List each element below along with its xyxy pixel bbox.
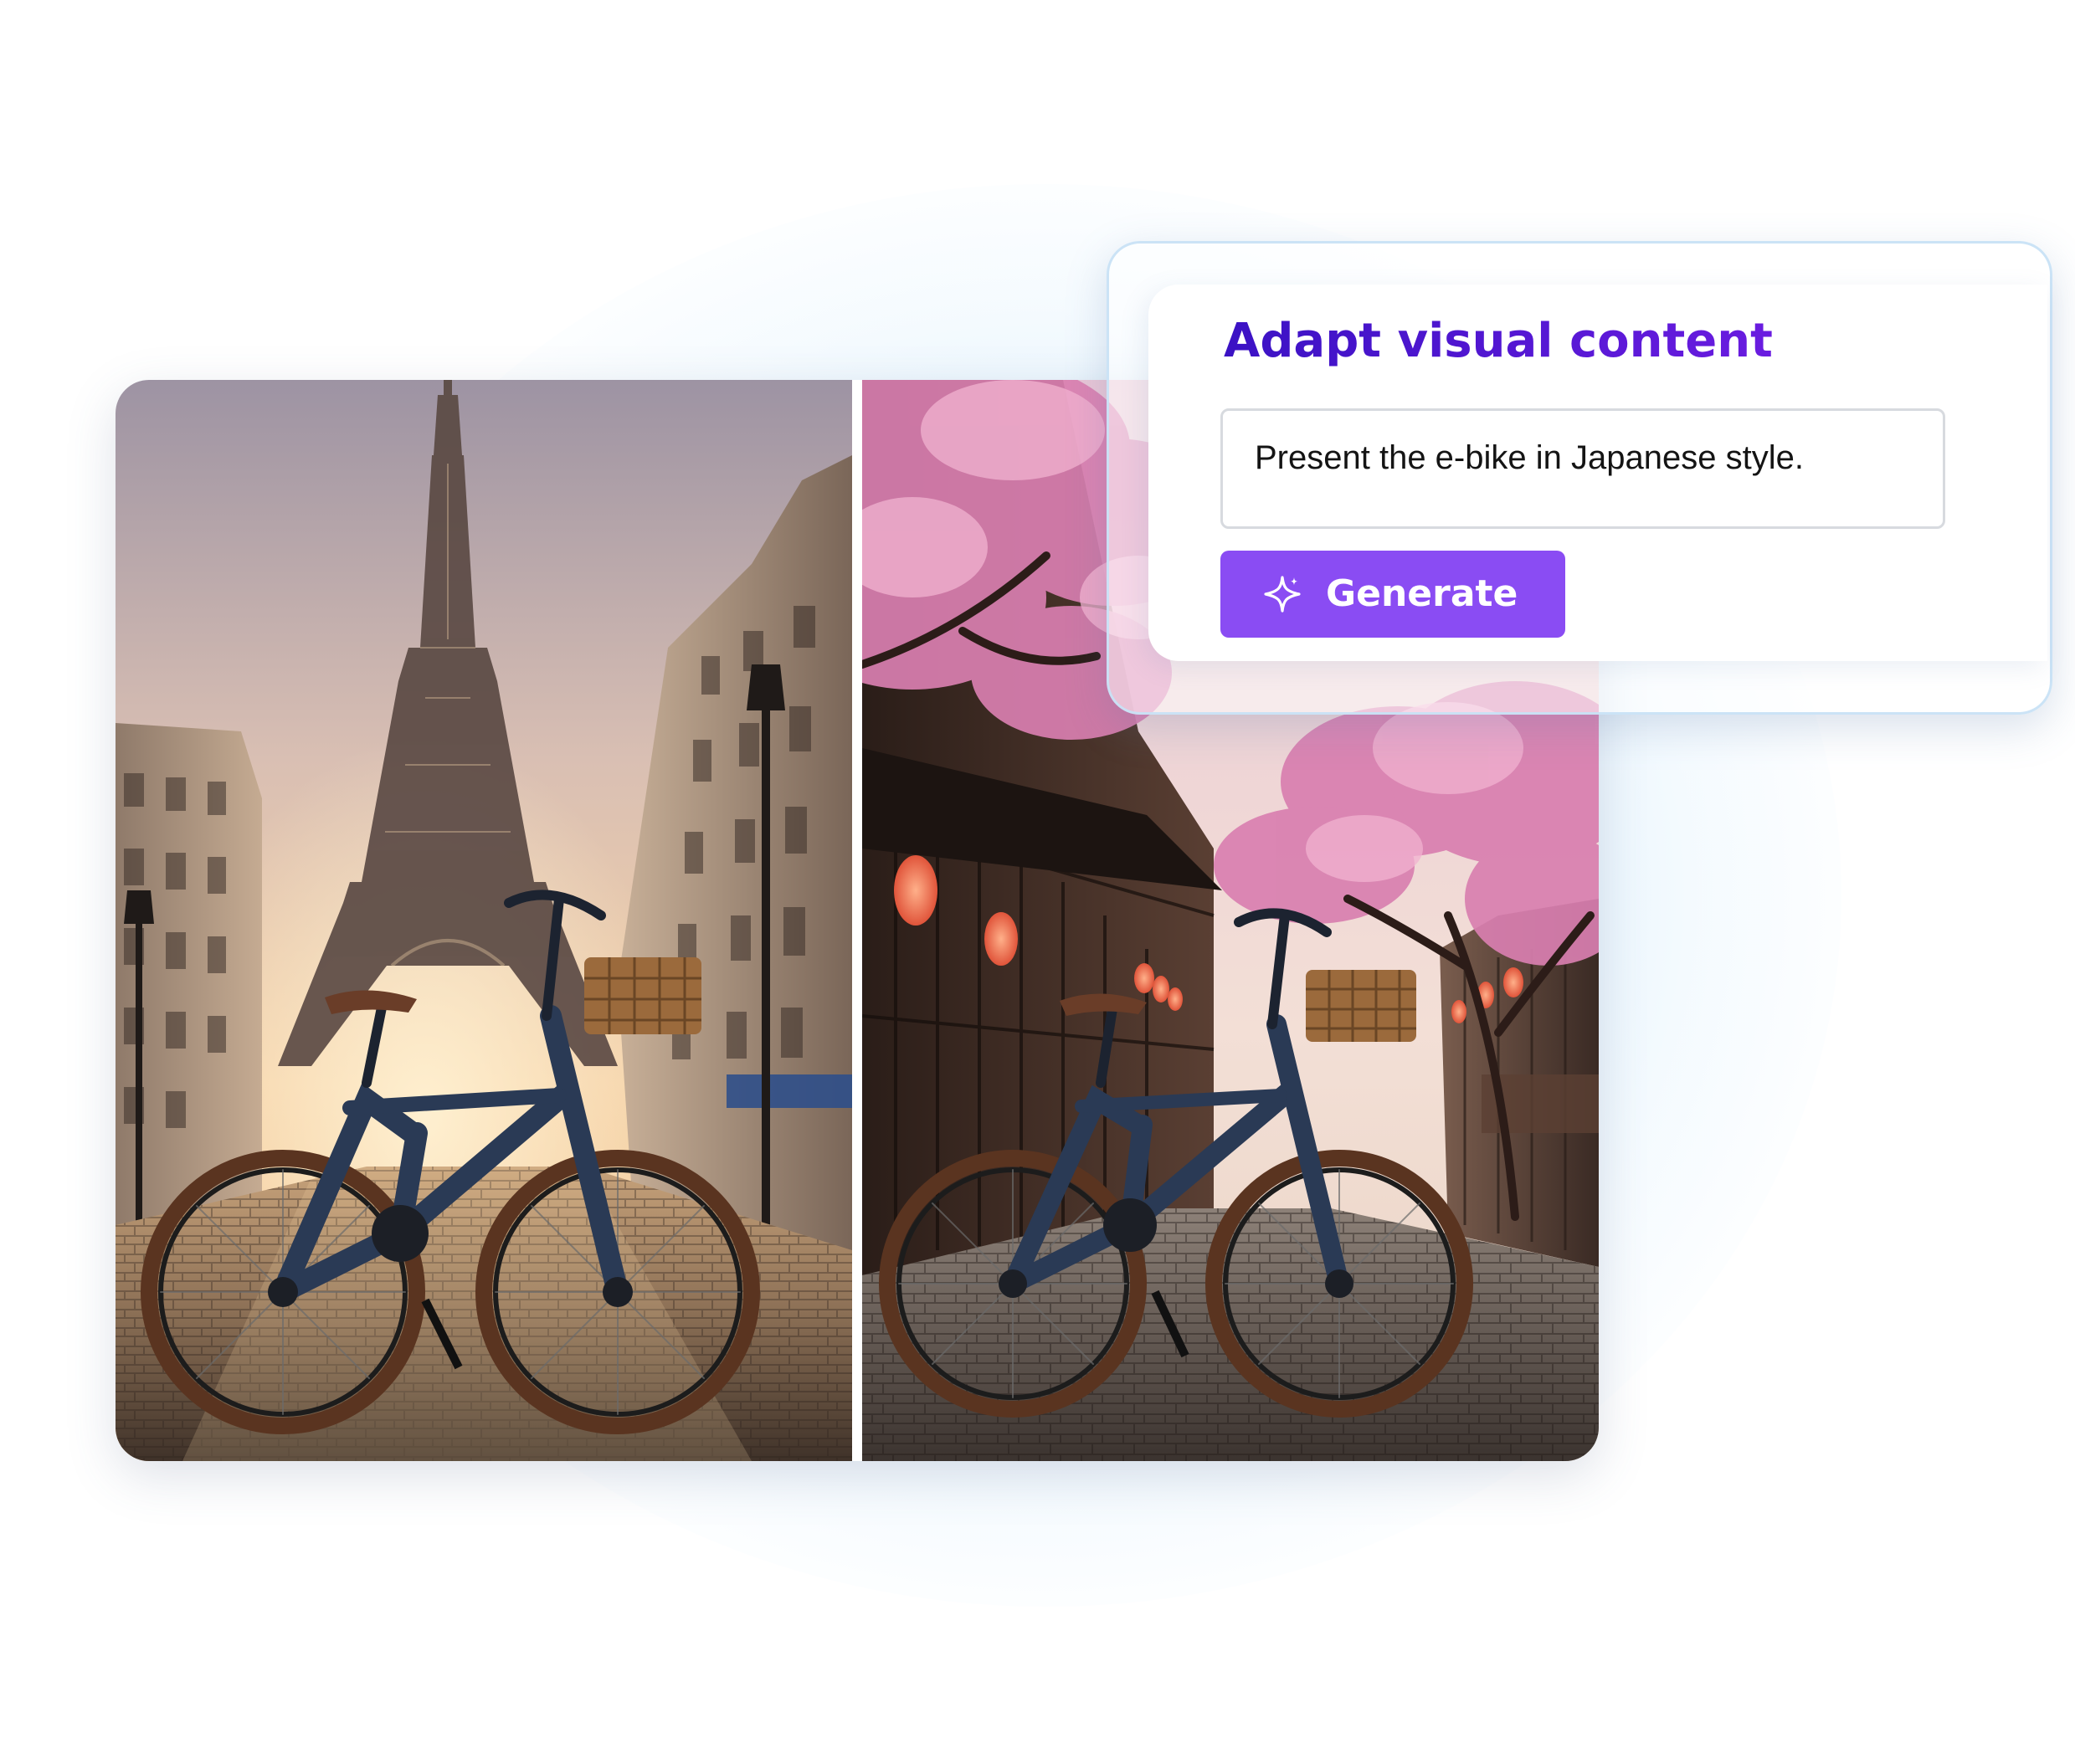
generate-button-label: Generate <box>1326 572 1518 615</box>
prompt-input[interactable]: Present the e-bike in Japanese style. <box>1220 408 1945 529</box>
generate-button[interactable]: Generate <box>1220 551 1565 638</box>
image-divider <box>852 380 862 1461</box>
original-image-paris <box>116 380 852 1461</box>
paris-scene <box>116 380 852 1461</box>
sparkle-icon <box>1262 574 1302 614</box>
panel-title: Adapt visual content <box>1224 308 1773 375</box>
canvas: Adapt visual content Present the e-bike … <box>0 0 2075 1764</box>
